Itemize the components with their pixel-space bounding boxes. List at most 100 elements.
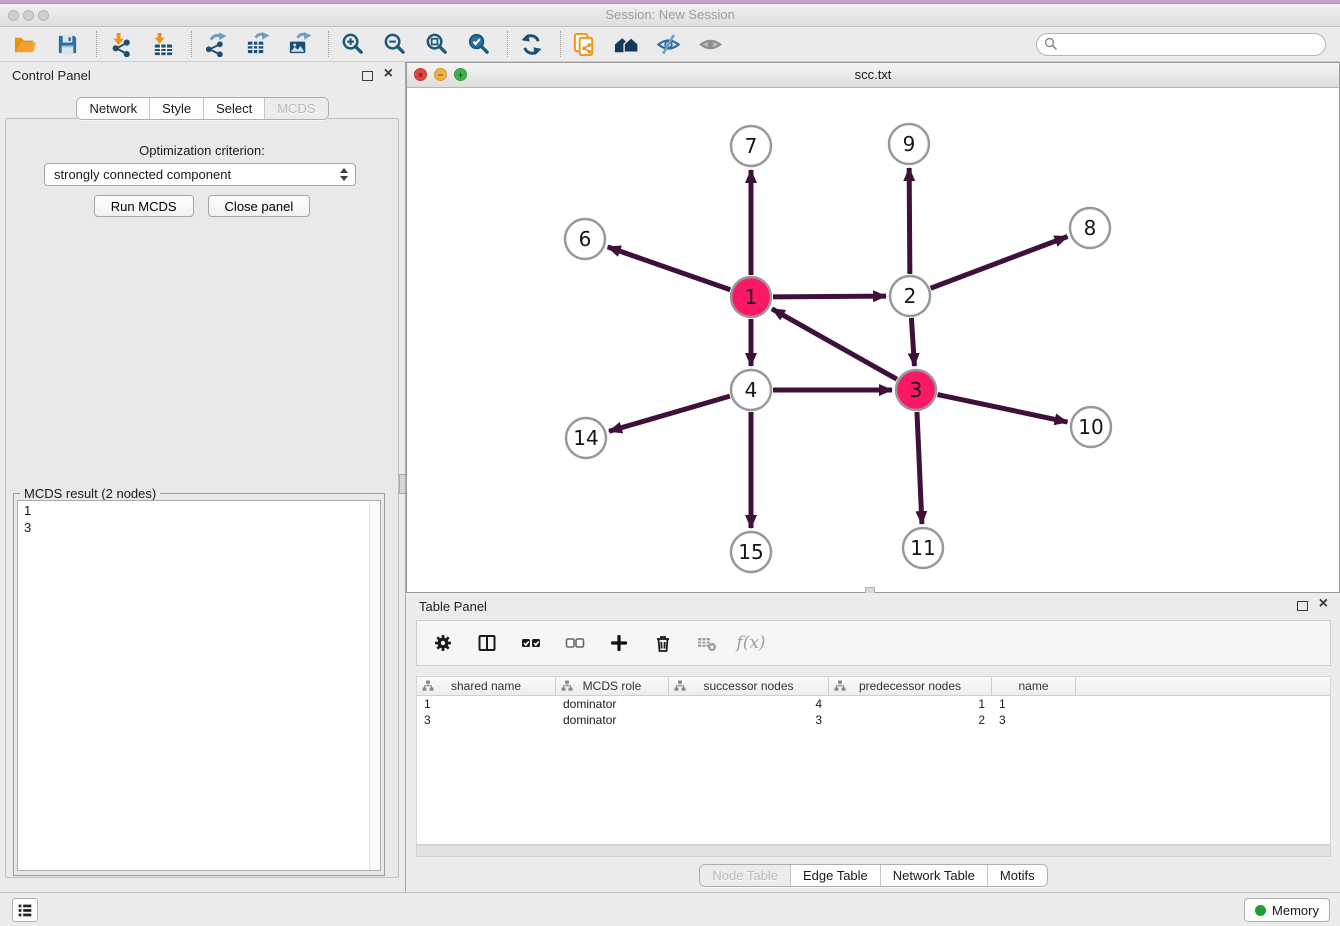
optimization-criterion-select[interactable]: strongly connected component bbox=[44, 163, 356, 186]
add-row-button[interactable] bbox=[607, 631, 631, 655]
delete-row-button[interactable] bbox=[651, 631, 675, 655]
column-settings-button[interactable] bbox=[431, 631, 455, 655]
table-cell[interactable]: 3 bbox=[669, 712, 829, 728]
table-cell[interactable]: 3 bbox=[417, 712, 556, 728]
search-input[interactable] bbox=[1036, 33, 1326, 56]
export-table-button[interactable] bbox=[242, 29, 272, 59]
column-header-name[interactable]: name bbox=[992, 677, 1076, 695]
graph-edge-2-3[interactable] bbox=[911, 318, 914, 366]
graph-node-9[interactable]: 9 bbox=[889, 124, 929, 164]
graph-node-1[interactable]: 1 bbox=[731, 277, 771, 317]
graph-edge-3-1[interactable] bbox=[772, 309, 897, 379]
close-panel-button[interactable]: Close panel bbox=[208, 195, 311, 217]
run-mcds-button[interactable]: Run MCDS bbox=[94, 195, 194, 217]
table-cell[interactable]: 4 bbox=[669, 696, 829, 712]
export-image-button[interactable] bbox=[284, 29, 314, 59]
table-tab-edge-table[interactable]: Edge Table bbox=[790, 865, 880, 886]
node-label-6: 6 bbox=[579, 227, 592, 251]
open-folder-icon bbox=[13, 32, 38, 57]
clone-network-button[interactable] bbox=[569, 29, 599, 59]
graph-edge-1-2[interactable] bbox=[773, 296, 886, 297]
save-floppy-icon bbox=[55, 32, 80, 57]
table-row[interactable]: 3dominator323 bbox=[417, 712, 1330, 728]
apply-function-button[interactable]: f(x) bbox=[739, 631, 763, 655]
zoom-out-button[interactable] bbox=[379, 29, 409, 59]
graph-edge-3-11[interactable] bbox=[917, 412, 922, 524]
graph-node-11[interactable]: 11 bbox=[903, 528, 943, 568]
refresh-icon bbox=[519, 32, 544, 57]
zoom-selected-button[interactable] bbox=[463, 29, 493, 59]
column-header-predecessor-nodes[interactable]: predecessor nodes bbox=[829, 677, 992, 695]
table-cell[interactable]: 2 bbox=[829, 712, 992, 728]
deselect-all-button[interactable] bbox=[563, 631, 587, 655]
mcds-result-text[interactable]: 1 3 bbox=[17, 500, 381, 871]
graph-node-3[interactable]: 3 bbox=[896, 370, 936, 410]
table-body: 1dominator4113dominator323 bbox=[417, 696, 1330, 728]
show-view-button[interactable] bbox=[695, 29, 725, 59]
tab-mcds[interactable]: MCDS bbox=[264, 98, 327, 119]
graph-node-2[interactable]: 2 bbox=[890, 276, 930, 316]
table-tab-node-table[interactable]: Node Table bbox=[700, 865, 790, 886]
table-cell[interactable]: 1 bbox=[992, 696, 1076, 712]
export-network-button[interactable] bbox=[200, 29, 230, 59]
graph-node-8[interactable]: 8 bbox=[1070, 208, 1110, 248]
node-label-7: 7 bbox=[745, 134, 758, 158]
tab-network[interactable]: Network bbox=[77, 98, 149, 119]
delete-table-button[interactable] bbox=[695, 631, 719, 655]
zoom-fit-button[interactable] bbox=[421, 29, 451, 59]
graph-node-6[interactable]: 6 bbox=[565, 219, 605, 259]
result-scrollbar[interactable] bbox=[369, 501, 380, 870]
float-panel-icon[interactable] bbox=[362, 71, 373, 81]
column-header-shared-name[interactable]: shared name bbox=[417, 677, 556, 695]
home-button[interactable] bbox=[611, 29, 641, 59]
table-tab-group: Node TableEdge TableNetwork TableMotifs bbox=[699, 864, 1047, 887]
graph-edge-4-14[interactable] bbox=[609, 396, 730, 431]
close-panel-icon[interactable]: × bbox=[384, 66, 393, 82]
table-cell[interactable]: dominator bbox=[556, 696, 669, 712]
graph-node-14[interactable]: 14 bbox=[566, 418, 606, 458]
column-header-successor-nodes[interactable]: successor nodes bbox=[669, 677, 829, 695]
zoom-selected-icon bbox=[466, 32, 491, 57]
column-header-mcds-role[interactable]: MCDS role bbox=[556, 677, 669, 695]
tab-select[interactable]: Select bbox=[203, 98, 264, 119]
open-session-button[interactable] bbox=[10, 29, 40, 59]
mcds-result-box: MCDS result (2 nodes) 1 3 bbox=[13, 493, 385, 876]
table-cell[interactable]: 1 bbox=[417, 696, 556, 712]
table-cell[interactable]: dominator bbox=[556, 712, 669, 728]
task-history-button[interactable] bbox=[12, 898, 38, 922]
table-tab-network-table[interactable]: Network Table bbox=[880, 865, 987, 886]
table-tab-motifs[interactable]: Motifs bbox=[987, 865, 1047, 886]
dropdown-stepper-icon bbox=[340, 168, 348, 181]
zoom-in-button[interactable] bbox=[337, 29, 367, 59]
network-canvas[interactable]: 7 9 6 8 1 2 4 3 14 10 15 11 bbox=[407, 88, 1339, 591]
select-all-button[interactable] bbox=[519, 631, 543, 655]
graph-node-4[interactable]: 4 bbox=[731, 370, 771, 410]
refresh-button[interactable] bbox=[516, 29, 546, 59]
table-cell[interactable]: 3 bbox=[992, 712, 1076, 728]
graph-node-10[interactable]: 10 bbox=[1071, 407, 1111, 447]
table-cell[interactable]: 1 bbox=[829, 696, 992, 712]
delete-table-icon bbox=[697, 633, 717, 653]
dropdown-selected-value: strongly connected component bbox=[54, 167, 231, 182]
memory-button[interactable]: Memory bbox=[1244, 898, 1330, 922]
graph-edge-3-10[interactable] bbox=[938, 395, 1068, 422]
tab-style[interactable]: Style bbox=[149, 98, 203, 119]
hide-view-button[interactable] bbox=[653, 29, 683, 59]
table-float-icon[interactable] bbox=[1297, 601, 1308, 611]
show-columns-button[interactable] bbox=[475, 631, 499, 655]
graph-edge-2-8[interactable] bbox=[931, 236, 1068, 288]
import-table-button[interactable] bbox=[147, 29, 177, 59]
save-session-button[interactable] bbox=[52, 29, 82, 59]
table-close-icon[interactable]: × bbox=[1319, 596, 1328, 612]
optimization-criterion-label: Optimization criterion: bbox=[6, 143, 398, 158]
column-tree-icon bbox=[422, 680, 434, 692]
table-panel-title: Table Panel bbox=[419, 599, 487, 614]
import-network-button[interactable] bbox=[105, 29, 135, 59]
table-row[interactable]: 1dominator411 bbox=[417, 696, 1330, 712]
graph-edge-2-9[interactable] bbox=[909, 168, 910, 274]
table-horizontal-scrollbar[interactable] bbox=[416, 845, 1331, 857]
graph-edge-1-6[interactable] bbox=[608, 247, 731, 290]
graph-node-15[interactable]: 15 bbox=[731, 532, 771, 572]
graph-node-7[interactable]: 7 bbox=[731, 126, 771, 166]
panel-splitter-grip[interactable] bbox=[399, 474, 406, 494]
